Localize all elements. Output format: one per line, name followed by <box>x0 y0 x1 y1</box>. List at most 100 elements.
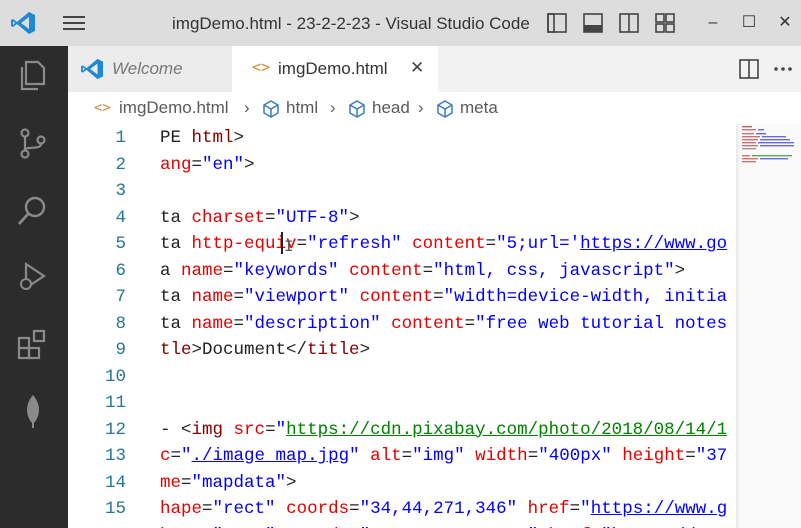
mongodb-leaf-icon[interactable] <box>14 392 52 430</box>
code-token: "refresh" <box>307 234 402 254</box>
code-token: = <box>685 446 696 466</box>
source-control-icon[interactable] <box>14 124 52 162</box>
code-token: src <box>233 419 266 440</box>
vscode-logo-icon <box>81 58 103 80</box>
maximize-button[interactable]: ☐ <box>736 10 762 36</box>
code-line[interactable]: 10 <box>68 364 736 390</box>
code-token: = <box>464 313 476 334</box>
code-token: = <box>296 234 308 254</box>
code-token: c <box>160 446 171 466</box>
code-token: " <box>181 446 192 466</box>
line-number: 12 <box>104 419 126 440</box>
code-line[interactable]: 16 hape="rect" coords="290,172,333,344" h… <box>68 523 736 528</box>
tab-welcome[interactable]: Welcome <box>68 46 232 92</box>
breadcrumb-item-html[interactable]: html <box>286 98 318 118</box>
code-line[interactable]: 2 ang="en"> <box>68 152 736 178</box>
split-editor-icon[interactable] <box>738 58 760 80</box>
code-line[interactable]: 1 PE html> <box>68 125 736 151</box>
code-token: "free web tutorial notes <box>475 313 728 334</box>
code-token: > <box>286 472 297 493</box>
code-token: - < <box>160 419 192 440</box>
code-editor[interactable]: 1 PE html> 2 ang="en"> 3 4 ta charset="UTF-8">… <box>68 124 736 528</box>
line-number: 13 <box>104 446 126 466</box>
code-token: >Document</ <box>191 340 308 360</box>
code-token: content <box>349 260 423 281</box>
code-text: ta name="viewport" content="width=device… <box>160 284 727 310</box>
toggle-primary-sidebar-icon[interactable] <box>546 12 568 34</box>
code-line[interactable]: 6a name="keywords" content="html, css, j… <box>68 258 736 284</box>
minimap-preview <box>742 126 794 163</box>
code-token: PE <box>160 128 192 148</box>
code-line[interactable]: 11 <box>68 390 736 416</box>
chevron-right-icon: › <box>244 98 250 117</box>
code-token: = <box>181 472 192 493</box>
code-line[interactable]: 3 <box>68 178 736 204</box>
code-line[interactable]: 14 me="mapdata"> <box>68 470 736 496</box>
close-window-button[interactable]: ✕ <box>772 10 798 36</box>
breadcrumb-item-meta[interactable]: meta <box>460 98 498 118</box>
menu-icon[interactable] <box>62 14 86 32</box>
html-file-icon: <> <box>252 58 271 76</box>
code-token: coords <box>286 499 350 519</box>
code-text: PE html> <box>160 125 244 151</box>
line-number: 3 <box>115 181 126 201</box>
line-number: 4 <box>115 207 126 228</box>
line-number: 16 <box>68 523 126 528</box>
code-token: > <box>674 260 686 281</box>
code-text: c="./image_map.jpg" alt="img" width="400… <box>160 443 727 469</box>
code-token: = <box>422 260 434 281</box>
code-token: = <box>485 234 497 254</box>
code-line[interactable]: 13 c="./image_map.jpg" alt="img" width="4… <box>68 443 736 469</box>
activity-bar <box>0 46 68 528</box>
more-actions-icon[interactable] <box>772 58 794 80</box>
code-line[interactable]: 5 ta http-equiv="refresh" content="5;url=… <box>68 231 736 257</box>
code-token: "34,44,271,346" <box>359 499 518 519</box>
chevron-right-icon: › <box>330 98 336 117</box>
toggle-secondary-sidebar-icon[interactable] <box>618 12 640 34</box>
line-number: 8 <box>115 313 126 334</box>
code-token: me <box>160 472 182 493</box>
breadcrumb-item-file[interactable]: imgDemo.html <box>119 98 229 118</box>
extensions-icon[interactable] <box>14 326 52 364</box>
code-line[interactable]: 9 tle>Document</title> <box>68 337 736 363</box>
code-token: tle <box>160 340 192 360</box>
explorer-icon[interactable] <box>14 56 52 94</box>
code-text: hape="rect" coords="34,44,271,346" href=… <box>160 496 727 522</box>
code-token: content <box>359 287 434 307</box>
code-token: = <box>349 499 360 519</box>
minimap-shadow <box>736 124 740 528</box>
code-token: title <box>307 340 360 360</box>
close-tab-icon[interactable]: ✕ <box>410 58 424 78</box>
minimap[interactable] <box>736 124 801 528</box>
code-token: ang <box>160 154 192 175</box>
code-token: hape <box>160 499 203 519</box>
code-token: "description" <box>244 313 381 334</box>
search-icon[interactable] <box>14 192 52 230</box>
code-token: " <box>349 446 360 466</box>
customize-layout-icon[interactable] <box>654 12 676 34</box>
run-and-debug-icon[interactable] <box>14 258 52 296</box>
code-line[interactable]: 7 ta name="viewport" content="width=devic… <box>68 284 736 310</box>
tab-imgdemo-html[interactable]: <> imgDemo.html ✕ <box>232 46 438 92</box>
line-number: 6 <box>115 260 126 281</box>
code-text: ta name="description" content="free web … <box>160 311 727 337</box>
line-number: 11 <box>104 393 126 413</box>
toggle-panel-icon[interactable] <box>582 12 604 34</box>
code-line[interactable]: 8 ta name="description" content="free web… <box>68 311 736 337</box>
code-token: "width=device-width, initia <box>443 287 728 307</box>
breadcrumb-item-head[interactable]: head <box>372 98 410 118</box>
tab-label: imgDemo.html <box>278 59 388 78</box>
minimize-button[interactable]: – <box>700 10 726 36</box>
code-token: https://cdn.pixabay.com/photo/2018/08/14… <box>286 419 728 440</box>
code-token: "37 <box>695 446 728 466</box>
code-token: width <box>475 446 528 466</box>
code-token: name <box>181 260 224 281</box>
code-line[interactable]: 15 hape="rect" coords="34,44,271,346" hre… <box>68 496 736 522</box>
tab-label: Welcome <box>112 59 183 78</box>
code-line[interactable]: 12 - <img src="https://cdn.pixabay.com/ph… <box>68 417 736 443</box>
code-token: "img" <box>412 446 465 466</box>
code-line[interactable]: 4 ta charset="UTF-8"> <box>68 205 736 231</box>
